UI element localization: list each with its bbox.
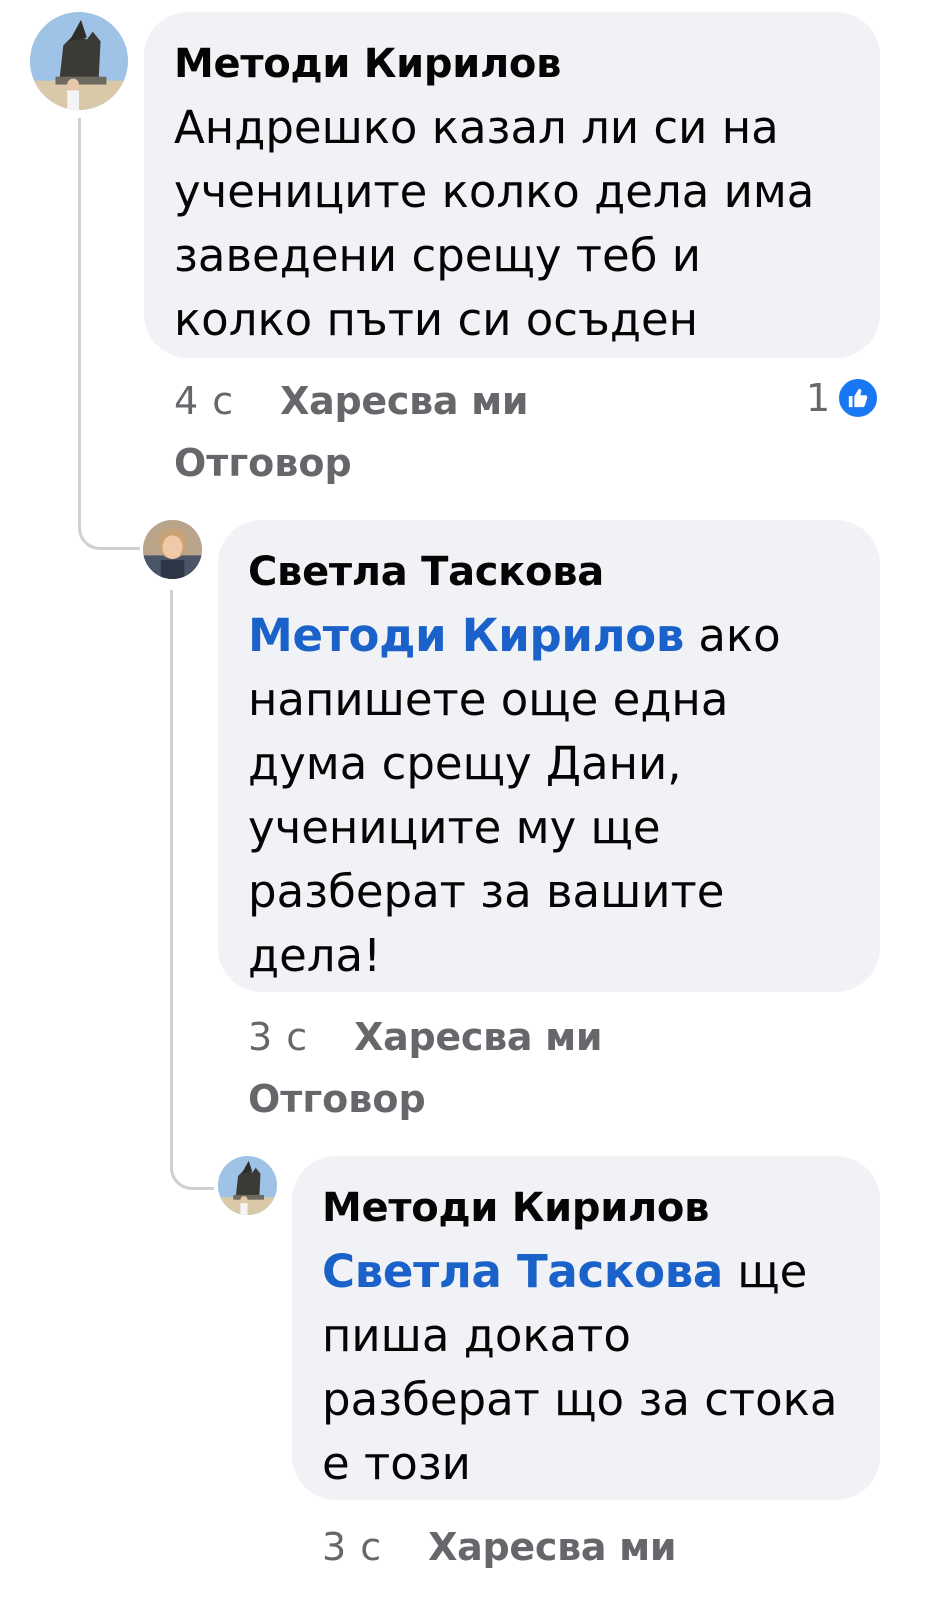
comment-bubble: Светла Таскова Методи Кирилов ако напише… (218, 520, 880, 992)
like-button[interactable]: Харесва ми (280, 379, 528, 423)
thread-line-main (78, 118, 81, 518)
like-button[interactable]: Харесва ми (354, 1015, 602, 1059)
comment-bubble: Методи Кирилов Андрешко казал ли си на у… (144, 12, 880, 358)
reaction-summary[interactable]: 1 (806, 376, 881, 420)
comment-time[interactable]: 3 с (322, 1525, 382, 1569)
comment-author[interactable]: Методи Кирилов (174, 32, 850, 96)
comment-author[interactable]: Методи Кирилов (322, 1176, 850, 1240)
avatar[interactable] (30, 12, 128, 110)
like-thumb-icon (836, 376, 881, 420)
comment-text: Светла Таскова ще пиша докато разберат щ… (322, 1240, 850, 1496)
comment-author[interactable]: Светла Таскова (248, 540, 850, 604)
reaction-count: 1 (806, 376, 831, 420)
thread-connector-reply-1 (78, 500, 140, 550)
comment-actions: 3 с Харесва ми (322, 1516, 677, 1578)
thread-line-reply (170, 590, 173, 1160)
avatar[interactable] (218, 1156, 277, 1215)
reply-button[interactable]: Отговор (174, 432, 352, 494)
avatar[interactable] (143, 520, 202, 579)
comment-time[interactable]: 3 с (248, 1015, 308, 1059)
mention-link[interactable]: Светла Таскова (322, 1245, 723, 1298)
mention-link[interactable]: Методи Кирилов (248, 609, 684, 662)
comment-actions: 3 с Харесва ми (248, 1006, 603, 1068)
like-button[interactable]: Харесва ми (428, 1525, 676, 1569)
comment-body: ако напишете още една дума срещу Дани, у… (248, 609, 781, 982)
reply-button[interactable]: Отговор (248, 1068, 426, 1130)
comment-time[interactable]: 4 с (174, 379, 234, 423)
thread-connector-reply-2 (170, 1140, 214, 1190)
comment-text: Методи Кирилов ако напишете още една дум… (248, 604, 850, 988)
comment-bubble: Методи Кирилов Светла Таскова ще пиша до… (292, 1156, 880, 1500)
comment-text: Андрешко казал ли си на учениците колко … (174, 101, 815, 346)
comment-actions: 4 с Харесва ми (174, 370, 529, 432)
